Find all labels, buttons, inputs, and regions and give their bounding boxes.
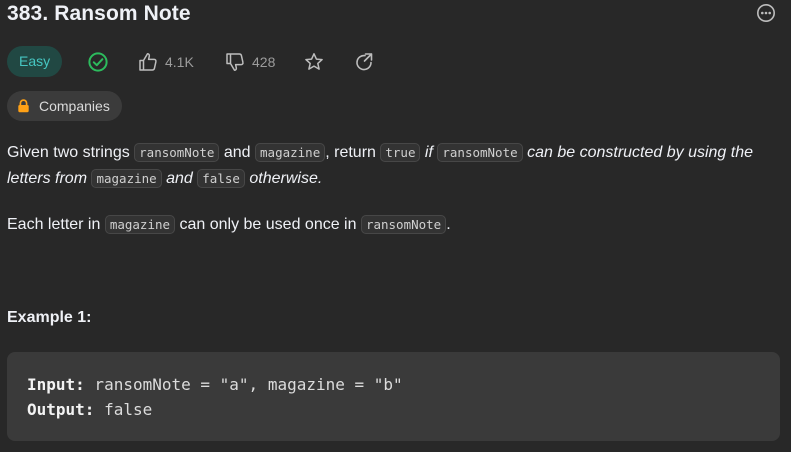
companies-button[interactable]: Companies: [7, 91, 122, 121]
inline-code: magazine: [91, 169, 162, 188]
companies-label: Companies: [39, 98, 110, 114]
problem-meta-row: Easy 4.1K 428: [7, 46, 407, 78]
text: Given two strings: [7, 144, 135, 161]
text: and: [219, 144, 256, 161]
example-heading: Example 1:: [7, 309, 92, 326]
inline-code: true: [380, 143, 421, 162]
inline-code: false: [197, 169, 245, 188]
inline-code: ransomNote: [134, 143, 220, 162]
input-label: Input:: [27, 375, 85, 394]
output-value: false: [94, 400, 153, 419]
like-button[interactable]: 4.1K: [137, 50, 194, 74]
text: can only be used once in: [175, 216, 361, 233]
more-options-button[interactable]: [756, 3, 776, 23]
favorite-button[interactable]: [303, 50, 325, 74]
description-paragraph: Each letter in magazine can only be used…: [7, 212, 782, 238]
like-count: 4.1K: [165, 54, 194, 70]
dislike-count: 428: [252, 54, 276, 70]
text: , return: [325, 144, 381, 161]
thumbs-up-icon: [139, 53, 157, 71]
share-button[interactable]: [353, 50, 375, 74]
inline-code: ransomNote: [437, 143, 523, 162]
output-label: Output:: [27, 400, 95, 419]
solved-status: [87, 50, 109, 74]
lock-icon: [18, 99, 29, 113]
italic-text: otherwise.: [244, 170, 323, 187]
more-icon: [757, 4, 775, 22]
problem-description: Given two strings ransomNote and magazin…: [7, 140, 782, 238]
description-paragraph: Given two strings ransomNote and magazin…: [7, 140, 782, 192]
share-icon: [356, 53, 373, 71]
thumbs-down-icon: [226, 53, 244, 71]
example-content: Input: ransomNote = "a", magazine = "b" …: [27, 372, 403, 422]
text: Each letter in: [7, 216, 105, 233]
star-icon: [305, 53, 323, 70]
difficulty-badge: Easy: [7, 46, 63, 77]
dislike-button[interactable]: 428: [224, 50, 275, 74]
problem-title: 383. Ransom Note: [7, 2, 191, 25]
inline-code: magazine: [255, 143, 326, 162]
text: .: [446, 216, 451, 233]
italic-text: if: [420, 144, 438, 161]
inline-code: ransomNote: [360, 215, 447, 234]
italic-text: and: [161, 170, 198, 187]
example-block: Input: ransomNote = "a", magazine = "b" …: [7, 352, 780, 441]
inline-code: magazine: [104, 215, 176, 234]
solved-check-icon: [88, 52, 108, 72]
input-value: ransomNote = "a", magazine = "b": [84, 375, 403, 394]
